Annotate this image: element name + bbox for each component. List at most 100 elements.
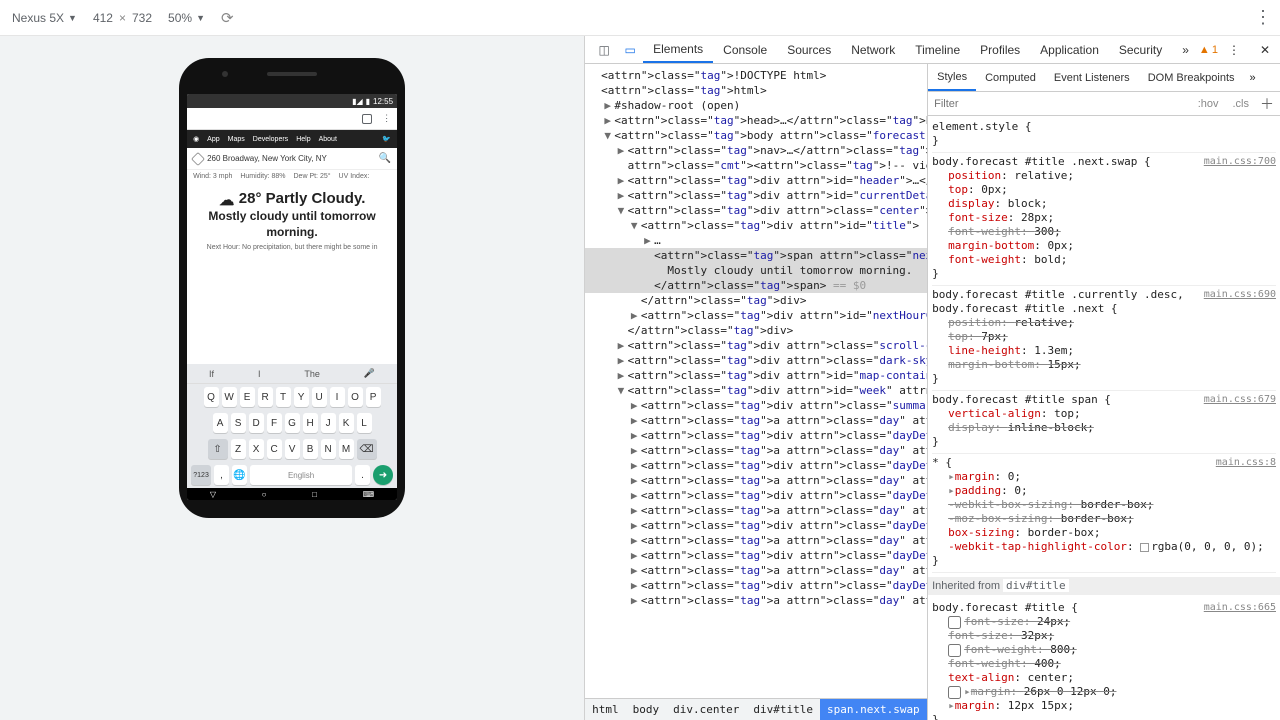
- tree-node[interactable]: <attrn">class="tag">span attrn">class="n…: [585, 248, 927, 263]
- tree-node[interactable]: ▶<attrn">class="tag">div attrn">class="d…: [585, 428, 927, 443]
- key-w[interactable]: W: [222, 387, 237, 407]
- nav-about[interactable]: About: [319, 136, 337, 143]
- key-f[interactable]: F: [267, 413, 282, 433]
- tab-overflow-icon[interactable]: »: [1172, 36, 1199, 63]
- rotate-icon[interactable]: ⟳: [221, 9, 234, 27]
- tab-console[interactable]: Console: [713, 36, 777, 63]
- styles-filter-input[interactable]: [934, 98, 1189, 110]
- source-link[interactable]: main.css:8: [1216, 456, 1276, 470]
- key-y[interactable]: Y: [294, 387, 309, 407]
- tree-node[interactable]: ▶…: [585, 233, 927, 248]
- subtab-computed[interactable]: Computed: [976, 64, 1045, 91]
- tree-node[interactable]: </attrn">class="tag">span> == $0: [585, 278, 927, 293]
- mic-icon[interactable]: 🎤: [364, 368, 375, 379]
- tree-node[interactable]: ▶<attrn">class="tag">div attrn">class="d…: [585, 353, 927, 368]
- subtab-dom-breakpoints[interactable]: DOM Breakpoints: [1139, 64, 1244, 91]
- key-r[interactable]: R: [258, 387, 273, 407]
- source-link[interactable]: main.css:665: [1204, 601, 1276, 615]
- tree-node[interactable]: ▶<attrn">class="tag">div attrn">id="curr…: [585, 188, 927, 203]
- key-t[interactable]: T: [276, 387, 291, 407]
- device-select[interactable]: Nexus 5X ▼: [8, 9, 81, 27]
- tree-node[interactable]: ▶<attrn">class="tag">nav>…</attrn">class…: [585, 143, 927, 158]
- warnings-badge[interactable]: ▲ 1: [1199, 44, 1218, 56]
- tab-profiles[interactable]: Profiles: [970, 36, 1030, 63]
- key-q[interactable]: Q: [204, 387, 219, 407]
- backspace-key[interactable]: ⌫: [357, 439, 377, 459]
- address-input[interactable]: 260 Broadway, New York City, NY: [207, 154, 375, 163]
- key-n[interactable]: N: [321, 439, 336, 459]
- breadcrumb-item[interactable]: body: [626, 699, 667, 720]
- tab-security[interactable]: Security: [1109, 36, 1172, 63]
- key-h[interactable]: H: [303, 413, 318, 433]
- tree-node[interactable]: ▶<attrn">class="tag">div attrn">id="head…: [585, 173, 927, 188]
- tree-node[interactable]: ▶#shadow-root (open): [585, 98, 927, 113]
- space-key[interactable]: English: [250, 465, 352, 485]
- elements-tree[interactable]: <attrn">class="tag">!DOCTYPE html><attrn…: [585, 64, 927, 720]
- tree-node[interactable]: ▶<attrn">class="tag">div attrn">class="d…: [585, 518, 927, 533]
- home-icon[interactable]: ○: [262, 490, 267, 499]
- suggestion[interactable]: If: [209, 369, 214, 379]
- tree-node[interactable]: ▶<attrn">class="tag">a attrn">class="day…: [585, 413, 927, 428]
- device-mode-icon[interactable]: ▭: [617, 43, 643, 57]
- phone-screen[interactable]: ▮◢ ▮ 12:55 ⋮ ◉ App Maps Developers Help …: [187, 94, 397, 500]
- numeric-key[interactable]: ?123: [191, 465, 211, 485]
- tabs-icon[interactable]: [362, 114, 372, 124]
- tab-application[interactable]: Application: [1030, 36, 1109, 63]
- prop-enable-checkbox[interactable]: [948, 616, 961, 629]
- suggestion[interactable]: The: [304, 369, 320, 379]
- key-j[interactable]: J: [321, 413, 336, 433]
- inspect-icon[interactable]: ◫: [591, 43, 617, 57]
- tree-node[interactable]: ▼<attrn">class="tag">body attrn">class="…: [585, 128, 927, 143]
- source-link[interactable]: main.css:679: [1204, 393, 1276, 407]
- key-x[interactable]: X: [249, 439, 264, 459]
- key-l[interactable]: L: [357, 413, 372, 433]
- source-link[interactable]: main.css:690: [1204, 288, 1276, 302]
- nav-help[interactable]: Help: [296, 136, 310, 143]
- logo-icon[interactable]: ◉: [193, 135, 199, 143]
- tree-node[interactable]: <attrn">class="tag">!DOCTYPE html>: [585, 68, 927, 83]
- tree-node[interactable]: ▶<attrn">class="tag">a attrn">class="day…: [585, 533, 927, 548]
- kebab-menu-icon[interactable]: ⋮: [1254, 7, 1272, 28]
- key-c[interactable]: C: [267, 439, 282, 459]
- tree-node[interactable]: attrn">class="cmt"><attrn">class="tag">!…: [585, 158, 927, 173]
- tree-node[interactable]: ▶<attrn">class="tag">div attrn">class="d…: [585, 548, 927, 563]
- tree-node[interactable]: ▶<attrn">class="tag">div attrn">class="d…: [585, 578, 927, 593]
- key-o[interactable]: O: [348, 387, 363, 407]
- key-u[interactable]: U: [312, 387, 327, 407]
- key-p[interactable]: P: [366, 387, 381, 407]
- key-s[interactable]: S: [231, 413, 246, 433]
- tree-node[interactable]: <attrn">class="tag">html>: [585, 83, 927, 98]
- nav-app[interactable]: App: [207, 136, 219, 143]
- tree-node[interactable]: ▶<attrn">class="tag">div attrn">class="s…: [585, 398, 927, 413]
- enter-key[interactable]: ➜: [373, 465, 393, 485]
- tree-node[interactable]: ▶<attrn">class="tag">div attrn">id="map-…: [585, 368, 927, 383]
- location-icon[interactable]: [191, 151, 205, 165]
- keyboard-icon[interactable]: ⌨: [363, 490, 375, 499]
- key-i[interactable]: I: [330, 387, 345, 407]
- tree-node[interactable]: ▶<attrn">class="tag">head>…</attrn">clas…: [585, 113, 927, 128]
- tree-node[interactable]: ▼<attrn">class="tag">div attrn">id="week…: [585, 383, 927, 398]
- hov-toggle[interactable]: :hov: [1193, 96, 1224, 112]
- key-m[interactable]: M: [339, 439, 354, 459]
- tree-node[interactable]: ▶<attrn">class="tag">a attrn">class="day…: [585, 593, 927, 608]
- tree-node[interactable]: ▶<attrn">class="tag">a attrn">class="day…: [585, 473, 927, 488]
- kebab-menu-icon[interactable]: ⋮: [1218, 43, 1250, 57]
- key-b[interactable]: B: [303, 439, 318, 459]
- tree-node[interactable]: ▼<attrn">class="tag">div attrn">class="c…: [585, 203, 927, 218]
- tab-timeline[interactable]: Timeline: [905, 36, 970, 63]
- comma-key[interactable]: ,: [214, 465, 229, 485]
- breadcrumb-item[interactable]: html: [585, 699, 626, 720]
- shift-key[interactable]: ⇧: [208, 439, 228, 459]
- close-icon[interactable]: ✕: [1250, 43, 1280, 57]
- breadcrumb-item[interactable]: div#title: [746, 699, 820, 720]
- nav-developers[interactable]: Developers: [253, 136, 288, 143]
- tree-node[interactable]: </attrn">class="tag">div>: [585, 323, 927, 338]
- key-a[interactable]: A: [213, 413, 228, 433]
- tree-node[interactable]: ▶<attrn">class="tag">a attrn">class="day…: [585, 503, 927, 518]
- tree-node[interactable]: ▶<attrn">class="tag">div attrn">class="d…: [585, 458, 927, 473]
- prop-enable-checkbox[interactable]: [948, 644, 961, 657]
- period-key[interactable]: .: [355, 465, 370, 485]
- tree-node[interactable]: ▶<attrn">class="tag">div attrn">class="d…: [585, 488, 927, 503]
- overflow-icon[interactable]: »: [1244, 72, 1262, 84]
- new-rule-icon[interactable]: ＋: [1260, 94, 1274, 114]
